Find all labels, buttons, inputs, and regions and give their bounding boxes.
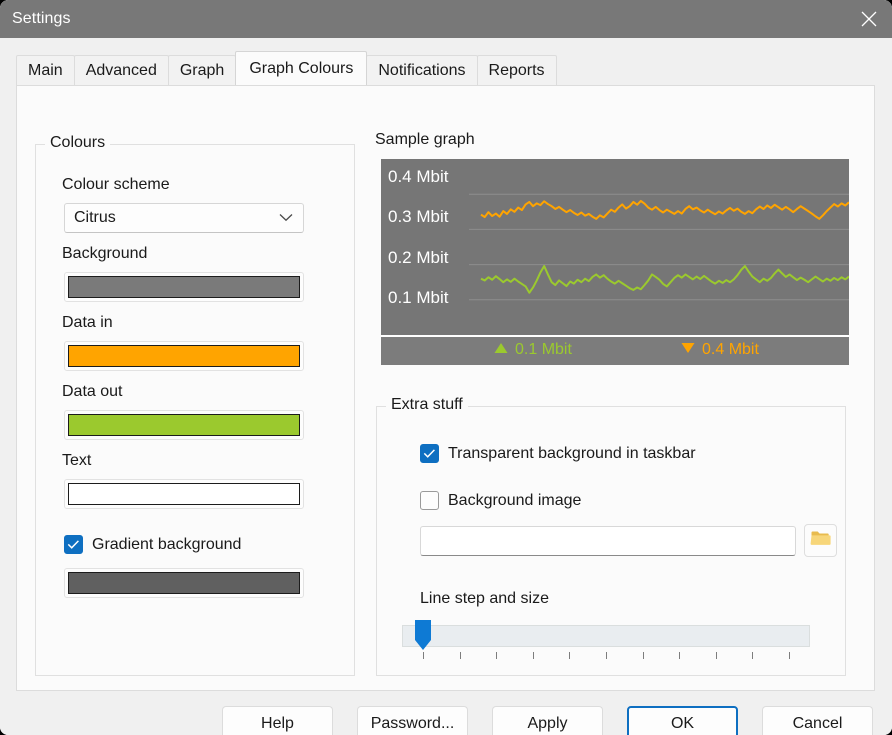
slider-tick: [532, 652, 534, 659]
gradient-colour-button[interactable]: [64, 568, 304, 598]
graph-plot-svg: [469, 193, 849, 301]
sample-graph-title: Sample graph: [375, 131, 475, 148]
checkbox-box: [420, 491, 439, 510]
button-label: OK: [670, 715, 695, 732]
slider-tick: [423, 652, 424, 659]
text-colour-swatch: [68, 483, 300, 505]
tab-label: Notifications: [378, 61, 466, 79]
y-axis-label-3: 0.3 Mbit: [388, 207, 449, 226]
legend-data-out-value: 0.1 Mbit: [515, 341, 572, 358]
slider-track[interactable]: [402, 625, 810, 647]
tab-notifications[interactable]: Notifications: [366, 55, 478, 85]
slider-tick: [459, 652, 461, 659]
folder-icon: [810, 529, 831, 552]
slider-tick: [496, 652, 498, 659]
slider-tick: [569, 652, 571, 659]
legend-data-in: 0.4 Mbit: [681, 341, 759, 359]
data-in-colour-swatch: [68, 345, 300, 367]
triangle-up-icon: [494, 341, 508, 359]
data-out-colour-button[interactable]: [64, 410, 304, 440]
text-colour-button[interactable]: [64, 479, 304, 509]
tab-main[interactable]: Main: [16, 55, 75, 85]
colours-group-title: Colours: [45, 134, 111, 152]
background-image-path-input[interactable]: [420, 526, 796, 556]
extra-stuff-group: Extra stuff Transparent background in ta…: [376, 396, 846, 676]
background-colour-swatch: [68, 276, 300, 298]
line-step-slider[interactable]: [402, 620, 814, 662]
data-in-colour-button[interactable]: [64, 341, 304, 371]
transparent-background-checkbox[interactable]: Transparent background in taskbar: [420, 444, 696, 463]
tab-label: Main: [28, 61, 63, 79]
colour-scheme-select[interactable]: Citrus: [64, 203, 304, 233]
close-icon: [860, 10, 878, 28]
button-label: Help: [261, 715, 294, 732]
graph-legend: 0.1 Mbit 0.4 Mbit: [381, 335, 849, 365]
legend-data-in-value: 0.4 Mbit: [702, 341, 759, 358]
triangle-down-icon: [681, 341, 695, 359]
tab-graph-colours[interactable]: Graph Colours: [235, 51, 368, 85]
background-colour-button[interactable]: [64, 272, 304, 302]
tab-label: Graph: [179, 61, 225, 79]
extra-stuff-group-title: Extra stuff: [386, 396, 468, 414]
colour-scheme-label: Colour scheme: [62, 176, 170, 193]
slider-ticks: [402, 652, 810, 660]
browse-file-button[interactable]: [804, 524, 837, 557]
settings-dialog: Settings Main Advanced Graph Graph Colou…: [0, 0, 892, 735]
transparent-background-label: Transparent background in taskbar: [448, 444, 696, 462]
data-in-label: Data in: [62, 314, 113, 331]
line-step-label: Line step and size: [420, 590, 549, 607]
checkbox-box: [420, 444, 439, 463]
tab-page-graph-colours: Colours Colour scheme Citrus Background …: [16, 85, 875, 691]
background-image-checkbox[interactable]: Background image: [420, 491, 581, 510]
background-label: Background: [62, 245, 148, 262]
button-label: Password...: [370, 715, 455, 732]
checkbox-box: [64, 535, 83, 554]
window-title: Settings: [12, 10, 71, 27]
slider-thumb[interactable]: [415, 620, 431, 650]
y-axis-label-1: 0.1 Mbit: [388, 288, 449, 307]
legend-data-out: 0.1 Mbit: [494, 341, 572, 359]
colours-group: Colours Colour scheme Citrus Background …: [35, 134, 355, 676]
background-image-label: Background image: [448, 491, 582, 509]
tab-strip: Main Advanced Graph Graph Colours Notifi…: [16, 51, 876, 85]
cancel-button[interactable]: Cancel: [762, 706, 873, 735]
graph-series-line: [481, 266, 849, 293]
password-button[interactable]: Password...: [357, 706, 468, 735]
slider-tick: [606, 652, 607, 659]
slider-tick: [642, 652, 644, 659]
slider-tick: [789, 652, 790, 659]
tab-reports[interactable]: Reports: [476, 55, 557, 85]
close-button[interactable]: [846, 0, 892, 38]
slider-tick: [679, 652, 681, 659]
help-button[interactable]: Help: [222, 706, 333, 735]
button-label: Apply: [527, 715, 568, 732]
gradient-colour-swatch: [68, 572, 300, 594]
gradient-background-checkbox[interactable]: Gradient background: [64, 535, 241, 554]
tab-label: Graph Colours: [249, 59, 354, 77]
data-out-colour-swatch: [68, 414, 300, 436]
dialog-button-bar: Help Password... Apply OK Cancel: [0, 706, 892, 735]
data-out-label: Data out: [62, 383, 123, 400]
button-label: Cancel: [792, 715, 843, 732]
apply-button[interactable]: Apply: [492, 706, 603, 735]
slider-tick: [752, 652, 754, 659]
tab-label: Advanced: [85, 61, 157, 79]
tab-graph[interactable]: Graph: [167, 55, 237, 85]
gradient-background-label: Gradient background: [92, 535, 242, 553]
y-axis-label-2: 0.2 Mbit: [388, 248, 449, 267]
colour-scheme-value: Citrus: [74, 209, 116, 226]
ok-button[interactable]: OK: [627, 706, 738, 735]
chevron-down-icon: [279, 209, 293, 227]
text-colour-label: Text: [62, 452, 92, 469]
tab-advanced[interactable]: Advanced: [73, 55, 169, 85]
y-axis-label-4: 0.4 Mbit: [388, 167, 449, 186]
slider-tick: [715, 652, 717, 659]
title-bar: Settings: [0, 0, 892, 38]
sample-graph: 0.4 Mbit 0.3 Mbit 0.2 Mbit 0.1 Mbit 0.1 …: [381, 159, 849, 365]
tab-label: Reports: [488, 61, 545, 79]
graph-series-line: [481, 201, 849, 219]
dialog-body: Main Advanced Graph Graph Colours Notifi…: [0, 38, 892, 735]
